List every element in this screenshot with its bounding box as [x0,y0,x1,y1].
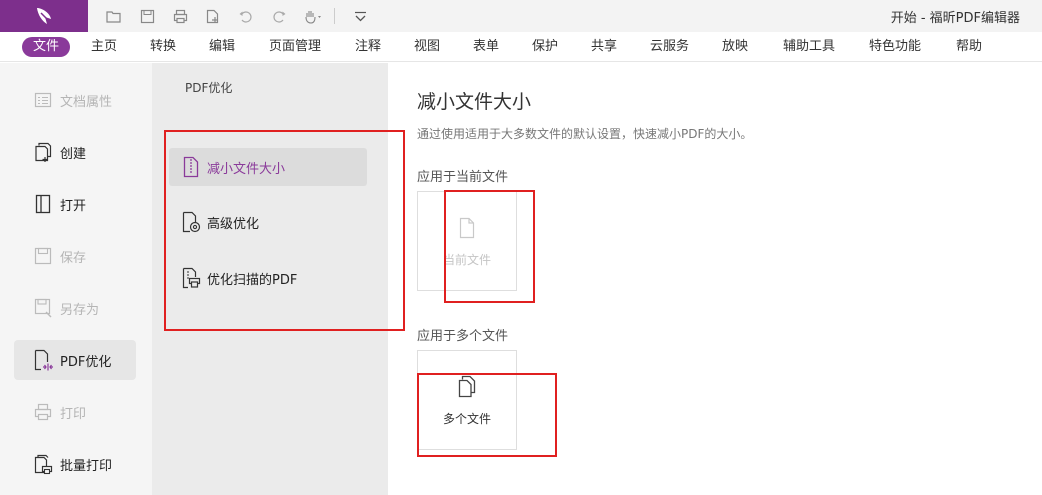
create-icon [32,140,54,164]
batch-print-icon [32,452,54,476]
save-icon[interactable] [134,0,160,32]
card-label: 当前文件 [442,252,491,267]
title-bar: 开始 - 福昕PDF编辑器 [0,0,1042,32]
menu-edit[interactable]: 编辑 [207,37,237,57]
nav-open[interactable]: 打开 [14,184,136,224]
nav-label: 打印 [60,406,87,422]
sub-item-label: 优化扫描的PDF [207,272,298,288]
customize-dropdown-icon[interactable] [347,0,373,32]
menu-form[interactable]: 表单 [471,37,501,57]
document-properties-icon [32,88,54,112]
foxit-logo-icon [37,8,51,24]
nav-batch-print[interactable]: 批量打印 [14,444,136,484]
subpanel-title: PDF优化 [185,81,233,95]
advanced-optimize-icon [179,210,203,234]
menu-file[interactable]: 文件 [22,37,71,57]
pdf-optimize-icon [32,348,54,372]
menu-convert[interactable]: 转换 [148,37,178,57]
menu-accessibility[interactable]: 辅助工具 [781,37,837,57]
hand-tool-icon[interactable] [298,0,328,32]
nav-create[interactable]: 创建 [14,132,136,172]
nav-label: PDF优化 [60,354,112,370]
menu-share[interactable]: 共享 [589,37,619,57]
undo-icon[interactable] [232,0,258,32]
main-content: 减小文件大小 通过使用适用于大多数文件的默认设置，快速减小PDF的大小。 应用于… [388,63,1042,495]
sub-item-optimize-scanned-pdf[interactable]: 优化扫描的PDF [169,259,367,297]
nav-label: 创建 [60,146,87,162]
toolbar-divider [334,8,335,24]
multiple-files-card[interactable]: 多个文件 [417,350,517,450]
pdf-optimize-panel: PDF优化 减小文件大小 高级优化 优化扫描的PDF [152,63,388,495]
file-left-nav: 文档属性 创建 打开 保存 另存为 PDF优化 打印 批量打印 [0,63,152,495]
menu-home[interactable]: 主页 [89,37,119,57]
nav-label: 保存 [60,250,87,266]
sub-item-label: 减小文件大小 [207,161,286,177]
menu-protect[interactable]: 保护 [530,37,560,57]
redo-icon[interactable] [266,0,292,32]
menu-page-manage[interactable]: 页面管理 [267,37,323,57]
sub-item-label: 高级优化 [207,216,260,232]
nav-label: 打开 [60,198,87,214]
multiple-documents-icon [456,374,478,400]
nav-label: 文档属性 [60,94,113,110]
nav-save[interactable]: 保存 [14,236,136,276]
printer-icon [32,400,54,424]
menu-view[interactable]: 视图 [412,37,442,57]
nav-pdf-optimize[interactable]: PDF优化 [14,340,136,380]
menu-features[interactable]: 特色功能 [867,37,923,57]
nav-save-as[interactable]: 另存为 [14,288,136,328]
nav-label: 另存为 [60,302,100,318]
scanned-pdf-icon [179,266,203,290]
page-title: 减小文件大小 [417,91,532,113]
zip-file-icon [179,155,203,179]
menu-help[interactable]: 帮助 [954,37,984,57]
current-file-card[interactable]: 当前文件 [417,191,517,291]
open-book-icon [32,192,54,216]
nav-document-properties[interactable]: 文档属性 [14,80,136,120]
app-logo[interactable] [0,0,88,32]
menu-cloud[interactable]: 云服务 [648,37,691,57]
print-icon[interactable] [167,0,193,32]
menu-comment[interactable]: 注释 [353,37,383,57]
sub-item-reduce-file-size[interactable]: 减小文件大小 [169,148,367,186]
nav-label: 批量打印 [60,458,113,474]
open-folder-icon[interactable] [100,0,126,32]
nav-print[interactable]: 打印 [14,392,136,432]
current-file-section-label: 应用于当前文件 [417,170,509,185]
save-icon [32,244,54,268]
document-icon [456,215,478,241]
menu-bar: 文件 主页 转换 编辑 页面管理 注释 视图 表单 保护 共享 云服务 放映 辅… [0,32,1042,62]
save-as-icon [32,296,54,320]
multi-file-section-label: 应用于多个文件 [417,329,509,344]
menu-slideshow[interactable]: 放映 [720,37,750,57]
window-title: 开始 - 福昕PDF编辑器 [890,11,1020,26]
new-document-icon[interactable] [199,0,225,32]
page-description: 通过使用适用于大多数文件的默认设置，快速减小PDF的大小。 [417,127,753,141]
sub-item-advanced-optimize[interactable]: 高级优化 [169,203,367,241]
card-label: 多个文件 [442,411,491,426]
